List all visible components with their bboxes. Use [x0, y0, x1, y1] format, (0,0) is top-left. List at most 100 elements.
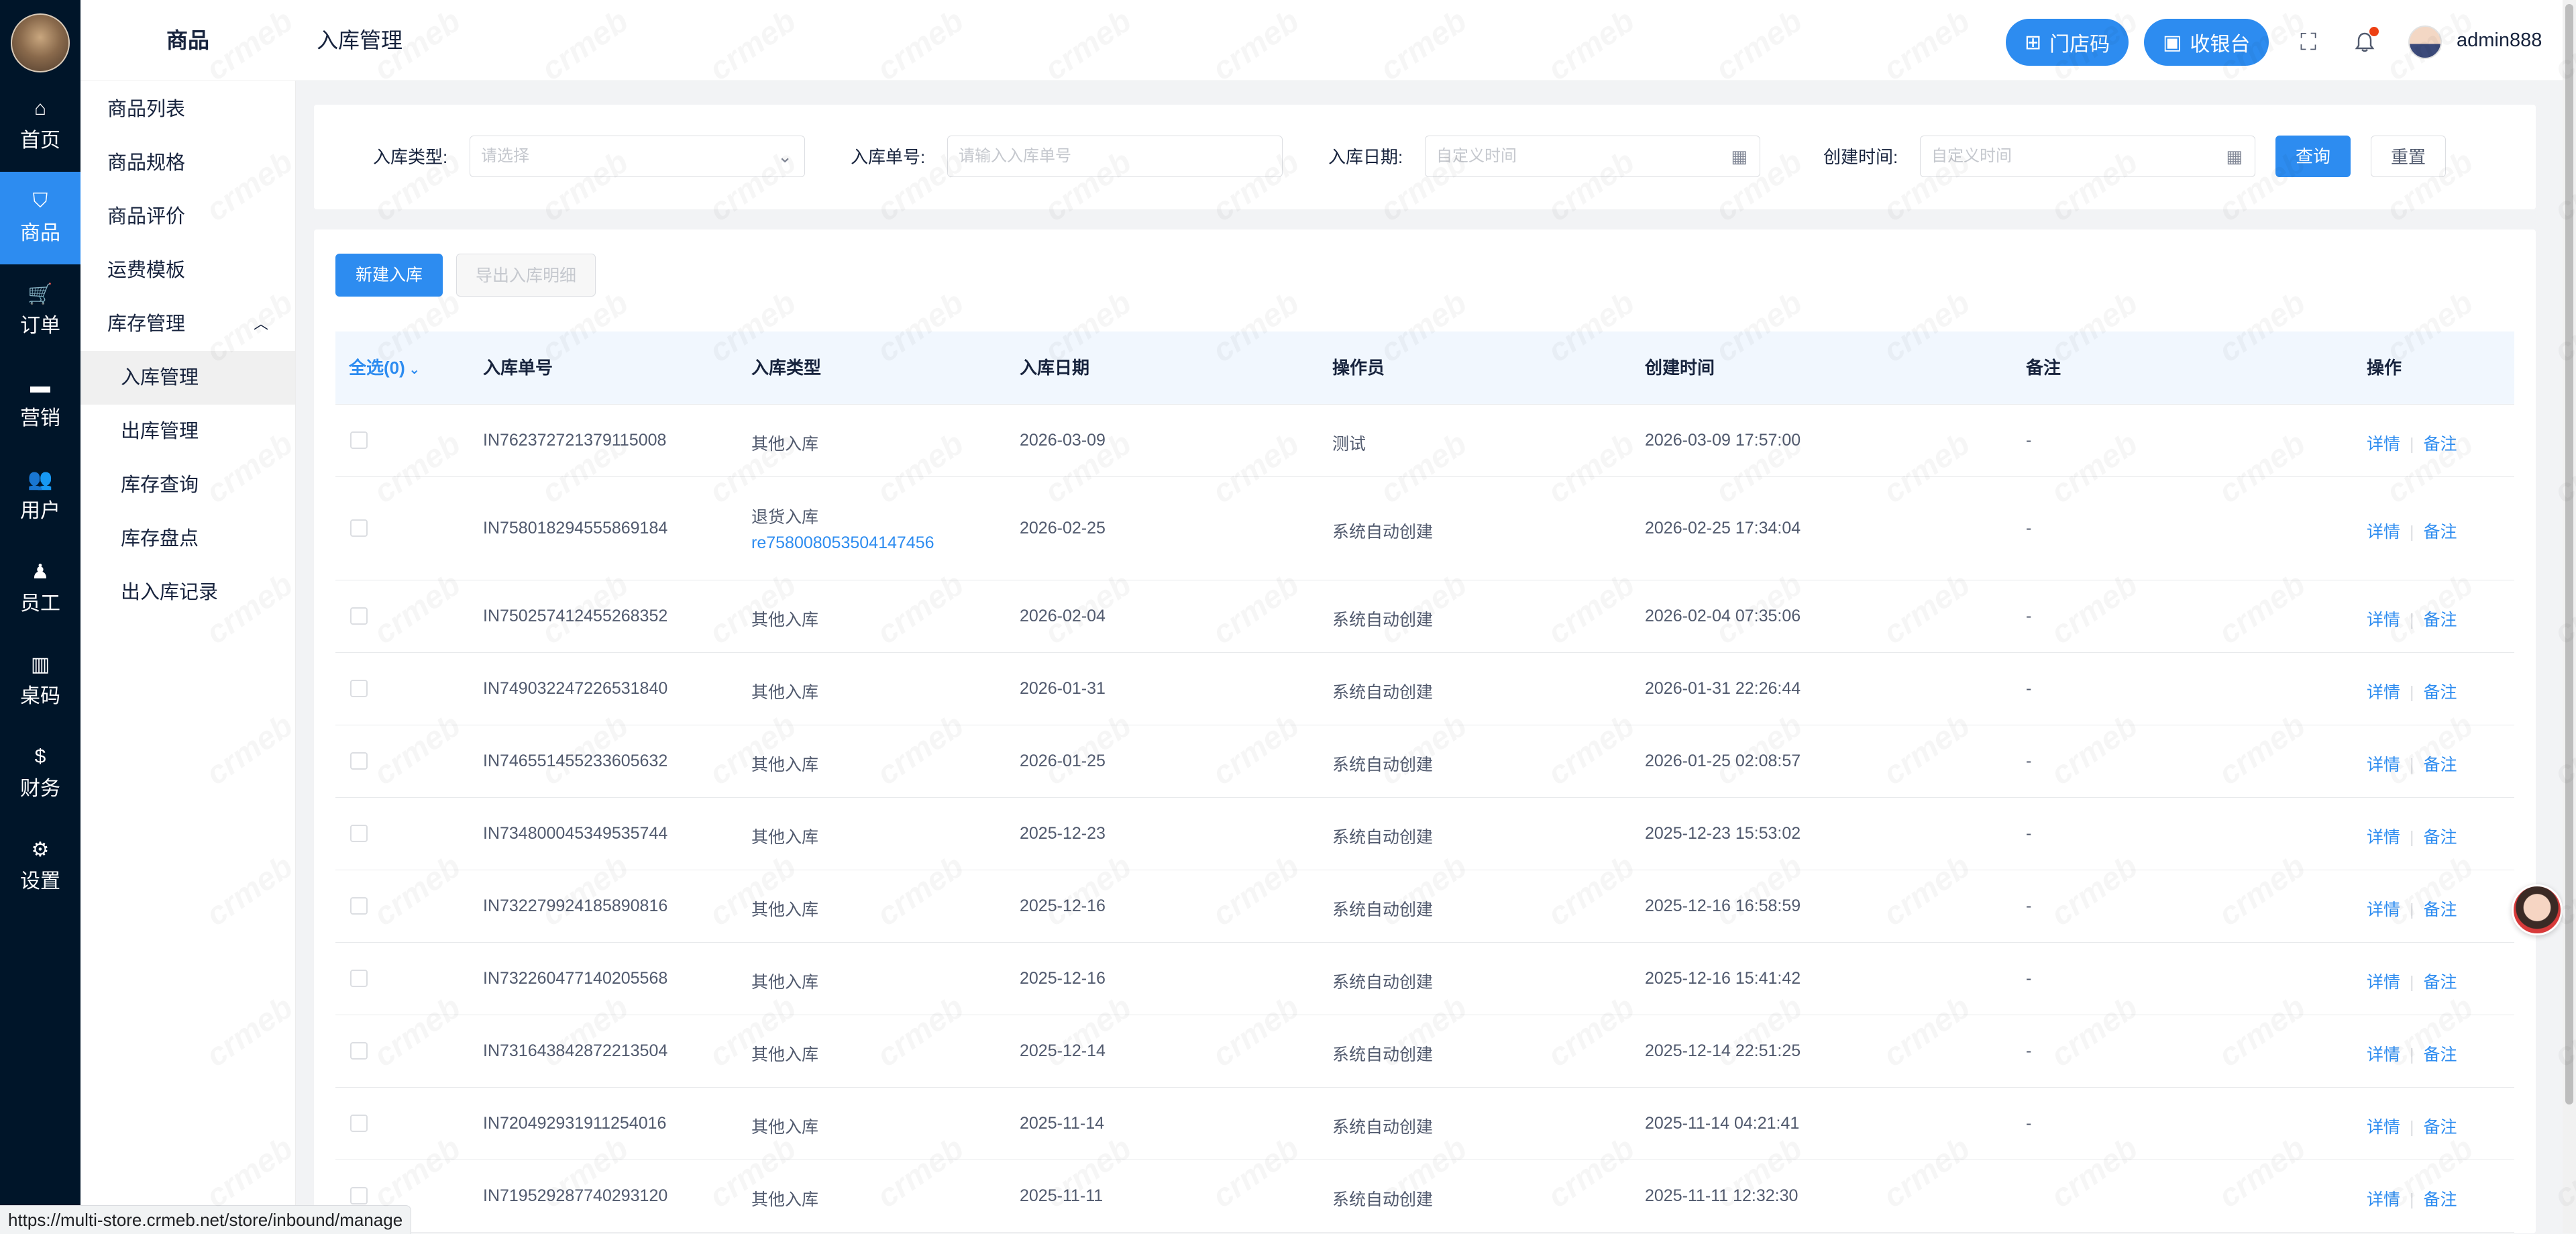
row-return-order-link[interactable]: re758008053504147456 [751, 533, 934, 553]
action-divider: | [2410, 611, 2414, 629]
filter-card: 入库类型: 请选择 ⌄ 入库单号: 请输入入库单号 入库日期: 自定义时间 ▦ … [314, 105, 2536, 209]
row-created-time: 2026-01-31 22:26:44 [1645, 679, 1801, 698]
row-actions: 详情 | 备注 [2367, 679, 2457, 703]
menu-item-product-list[interactable]: 商品列表 [80, 83, 295, 136]
person-icon: ♟ [31, 560, 50, 583]
row-checkbox[interactable] [350, 431, 368, 449]
row-checkbox[interactable] [350, 607, 368, 625]
remark-link[interactable]: 备注 [2424, 523, 2457, 542]
row-checkbox[interactable] [350, 970, 368, 987]
detail-link[interactable]: 详情 [2367, 523, 2400, 542]
menu-sub-inbound[interactable]: 入库管理 [80, 351, 295, 405]
inbound-type-select[interactable]: 请选择 ⌄ [470, 136, 805, 177]
menu-item-product-review[interactable]: 商品评价 [80, 190, 295, 244]
row-checkbox[interactable] [350, 1115, 368, 1132]
remark-link[interactable]: 备注 [2424, 901, 2457, 919]
page-scrollbar[interactable] [2563, 0, 2576, 1233]
menu-item-product-spec[interactable]: 商品规格 [80, 136, 295, 190]
row-remark: - [2026, 969, 2032, 988]
menu-group-inventory[interactable]: 库存管理 ︿ [80, 297, 295, 351]
detail-link[interactable]: 详情 [2367, 611, 2400, 629]
detail-link[interactable]: 详情 [2367, 435, 2400, 454]
fullscreen-icon[interactable]: ⛶ [2290, 24, 2326, 60]
row-checkbox[interactable] [350, 752, 368, 770]
row-checkbox[interactable] [350, 897, 368, 915]
menu-sub-stock-query[interactable]: 库存查询 [80, 458, 295, 512]
row-inbound-no: IN731643842872213504 [483, 1041, 668, 1060]
query-button[interactable]: 查询 [2275, 136, 2351, 177]
scrollbar-thumb[interactable] [2565, 4, 2573, 1104]
detail-link[interactable]: 详情 [2367, 973, 2400, 992]
row-inbound-no: IN762372721379115008 [483, 431, 667, 450]
detail-link[interactable]: 详情 [2367, 1190, 2400, 1209]
inbound-no-input[interactable]: 请输入入库单号 [947, 136, 1283, 177]
nav-item-8[interactable]: ⚙ 设置 [0, 820, 80, 913]
detail-link[interactable]: 详情 [2367, 828, 2400, 847]
action-divider: | [2410, 756, 2414, 774]
row-checkbox[interactable] [350, 1187, 368, 1204]
row-operator: 系统自动创建 [1332, 1190, 1434, 1209]
inbound-date-picker[interactable]: 自定义时间 ▦ [1425, 136, 1760, 177]
menu-item-shipping-template[interactable]: 运费模板 [80, 244, 295, 297]
row-inbound-type: 其他入库 [751, 683, 819, 702]
col-header-type: 入库类型 [751, 358, 822, 378]
nav-item-4[interactable]: 👥 用户 [0, 450, 80, 542]
nav-item-5[interactable]: ♟ 员工 [0, 542, 80, 635]
remark-link[interactable]: 备注 [2424, 973, 2457, 992]
nav-item-6[interactable]: ▥ 桌码 [0, 635, 80, 727]
export-inbound-button[interactable]: 导出入库明细 [456, 254, 596, 297]
table-row: IN758018294555869184 2026-02-25 系统自动创建 2026… [335, 476, 2514, 580]
row-inbound-date: 2025-12-16 [1020, 969, 1106, 988]
inbound-type-label: 入库类型: [373, 147, 448, 167]
remark-link[interactable]: 备注 [2424, 683, 2457, 702]
store-code-button[interactable]: ⊞ 门店码 [2006, 19, 2129, 66]
remark-link[interactable]: 备注 [2424, 1045, 2457, 1064]
detail-link[interactable]: 详情 [2367, 683, 2400, 702]
nav-item-label: 订单 [20, 315, 60, 337]
nav-item-3[interactable]: ▬ 营销 [0, 357, 80, 450]
customer-service-avatar[interactable] [2512, 884, 2563, 935]
created-time-picker[interactable]: 自定义时间 ▦ [1920, 136, 2255, 177]
remark-link[interactable]: 备注 [2424, 828, 2457, 847]
row-checkbox[interactable] [350, 1042, 368, 1060]
reset-button[interactable]: 重置 [2371, 136, 2446, 177]
detail-link[interactable]: 详情 [2367, 1118, 2400, 1137]
nav-item-7[interactable]: $ 财务 [0, 727, 80, 820]
row-checkbox[interactable] [350, 825, 368, 842]
nav-item-label: 设置 [20, 870, 60, 892]
detail-link[interactable]: 详情 [2367, 901, 2400, 919]
menu-sub-outbound[interactable]: 出库管理 [80, 405, 295, 458]
remark-link[interactable]: 备注 [2424, 1118, 2457, 1137]
remark-link[interactable]: 备注 [2424, 756, 2457, 774]
col-header-actions: 操作 [2367, 358, 2402, 378]
detail-link[interactable]: 详情 [2367, 1045, 2400, 1064]
avatar[interactable] [2408, 25, 2442, 59]
username[interactable]: admin888 [2457, 0, 2542, 81]
detail-link[interactable]: 详情 [2367, 756, 2400, 774]
row-remark: - [2026, 752, 2032, 770]
remark-link[interactable]: 备注 [2424, 1190, 2457, 1209]
store-logo [11, 13, 70, 72]
row-inbound-date: 2026-02-04 [1020, 607, 1106, 625]
cashier-button[interactable]: ▣ 收银台 [2144, 19, 2269, 66]
dollar-icon: $ [34, 745, 46, 768]
row-inbound-no: IN750257412455268352 [483, 607, 668, 625]
remark-link[interactable]: 备注 [2424, 435, 2457, 454]
bell-icon[interactable] [2347, 24, 2383, 60]
col-header-created: 创建时间 [1645, 358, 1715, 378]
menu-sub-inout-records[interactable]: 出入库记录 [80, 566, 295, 619]
row-created-time: 2025-12-16 16:58:59 [1645, 896, 1801, 915]
new-inbound-button[interactable]: 新建入库 [335, 254, 443, 297]
nav-item-1[interactable]: ⛉ 商品 [0, 172, 80, 264]
row-checkbox[interactable] [350, 680, 368, 697]
row-checkbox[interactable] [350, 519, 368, 537]
select-all-toggle[interactable]: 全选(0) ⌄ [349, 331, 420, 406]
remark-link[interactable]: 备注 [2424, 611, 2457, 629]
nav-item-0[interactable]: ⌂ 首页 [0, 79, 80, 172]
nav-item-2[interactable]: 🛒 订单 [0, 264, 80, 357]
menu-sub-stocktake[interactable]: 库存盘点 [80, 512, 295, 566]
action-divider: | [2410, 1045, 2414, 1064]
notification-dot [2369, 27, 2379, 36]
table-row: IN731643842872213504 2025-12-14 系统自动创建 2025… [335, 1015, 2514, 1088]
table-row: IN732260477140205568 2025-12-16 系统自动创建 2025… [335, 942, 2514, 1015]
